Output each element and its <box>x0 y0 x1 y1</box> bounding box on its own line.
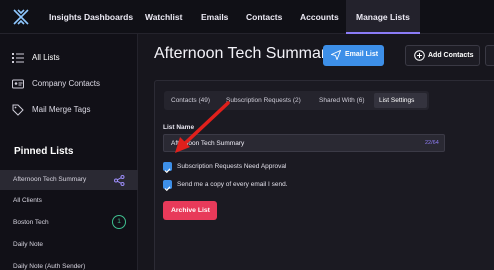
pinned-item-label: Afternoon Tech Summary <box>13 176 87 183</box>
count-badge: 1 <box>112 215 126 229</box>
nav-insights-dashboards[interactable]: Insights Dashboards <box>49 12 133 22</box>
pinned-item-label: Daily Note (Auth Sender) <box>13 263 86 270</box>
tab-subscription-requests[interactable]: Subscription Requests (2) <box>226 97 301 104</box>
app-logo-icon[interactable] <box>12 8 30 26</box>
more-options-button[interactable] <box>485 45 494 66</box>
add-contacts-label: Add Contacts <box>428 52 474 59</box>
pinned-item-daily-note[interactable]: Daily Note <box>0 235 138 255</box>
send-copy-checkbox-label: Send me a copy of every email I send. <box>177 181 288 188</box>
add-contacts-button[interactable]: Add Contacts <box>405 45 480 66</box>
sidebar-item-label: All Lists <box>32 53 60 62</box>
nav-contacts[interactable]: Contacts <box>246 12 282 22</box>
plus-circle-icon <box>414 50 425 61</box>
checkmark-icon <box>164 186 171 192</box>
nav-watchlist[interactable]: Watchlist <box>145 12 182 22</box>
sidebar-item-label: Company Contacts <box>32 79 101 88</box>
sidebar: All Lists Company Contacts Mail Merge Ta… <box>0 34 138 270</box>
list-name-label: List Name <box>163 124 195 131</box>
pinned-lists-heading: Pinned Lists <box>14 146 74 157</box>
pinned-item-daily-note-auth-sender[interactable]: Daily Note (Auth Sender) <box>0 257 138 270</box>
nav-emails[interactable]: Emails <box>201 12 228 22</box>
approval-checkbox-label: Subscription Requests Need Approval <box>177 163 287 170</box>
nav-active-underline <box>346 32 420 34</box>
sidebar-item-label: Mail Merge Tags <box>32 105 91 114</box>
char-counter: 22/64 <box>425 140 439 146</box>
nav-manage-lists[interactable]: Manage Lists <box>356 12 410 22</box>
nav-accounts[interactable]: Accounts <box>300 12 339 22</box>
tab-bar: Contacts (49) Subscription Requests (2) … <box>164 91 429 110</box>
pinned-item-all-clients[interactable]: All Clients <box>0 191 138 211</box>
send-icon <box>331 50 341 60</box>
share-icon[interactable] <box>114 175 125 186</box>
page-title: Afternoon Tech Summary <box>154 45 335 62</box>
pinned-item-label: All Clients <box>13 197 42 204</box>
pinned-item-boston-tech[interactable]: Boston Tech 1 <box>0 213 138 233</box>
tab-list-settings[interactable]: List Settings <box>379 97 414 104</box>
pinned-item-afternoon-tech-summary[interactable]: Afternoon Tech Summary <box>0 170 138 190</box>
tab-contacts[interactable]: Contacts (49) <box>171 97 210 104</box>
tag-icon <box>12 104 24 116</box>
contact-card-icon <box>12 79 24 89</box>
list-icon <box>12 53 24 63</box>
pinned-item-label: Daily Note <box>13 241 43 248</box>
email-list-button[interactable]: Email List <box>323 45 384 66</box>
list-name-input[interactable] <box>163 134 445 152</box>
archive-list-button[interactable]: Archive List <box>163 201 217 220</box>
send-copy-checkbox[interactable] <box>163 180 172 192</box>
pinned-item-label: Boston Tech <box>13 219 49 226</box>
email-list-label: Email List <box>345 51 379 58</box>
checkmark-icon <box>164 168 171 174</box>
archive-list-label: Archive List <box>171 207 210 214</box>
approval-checkbox[interactable] <box>163 162 172 174</box>
tab-shared-with[interactable]: Shared With (6) <box>319 97 365 104</box>
top-nav: Insights Dashboards Watchlist Emails Con… <box>0 0 494 34</box>
